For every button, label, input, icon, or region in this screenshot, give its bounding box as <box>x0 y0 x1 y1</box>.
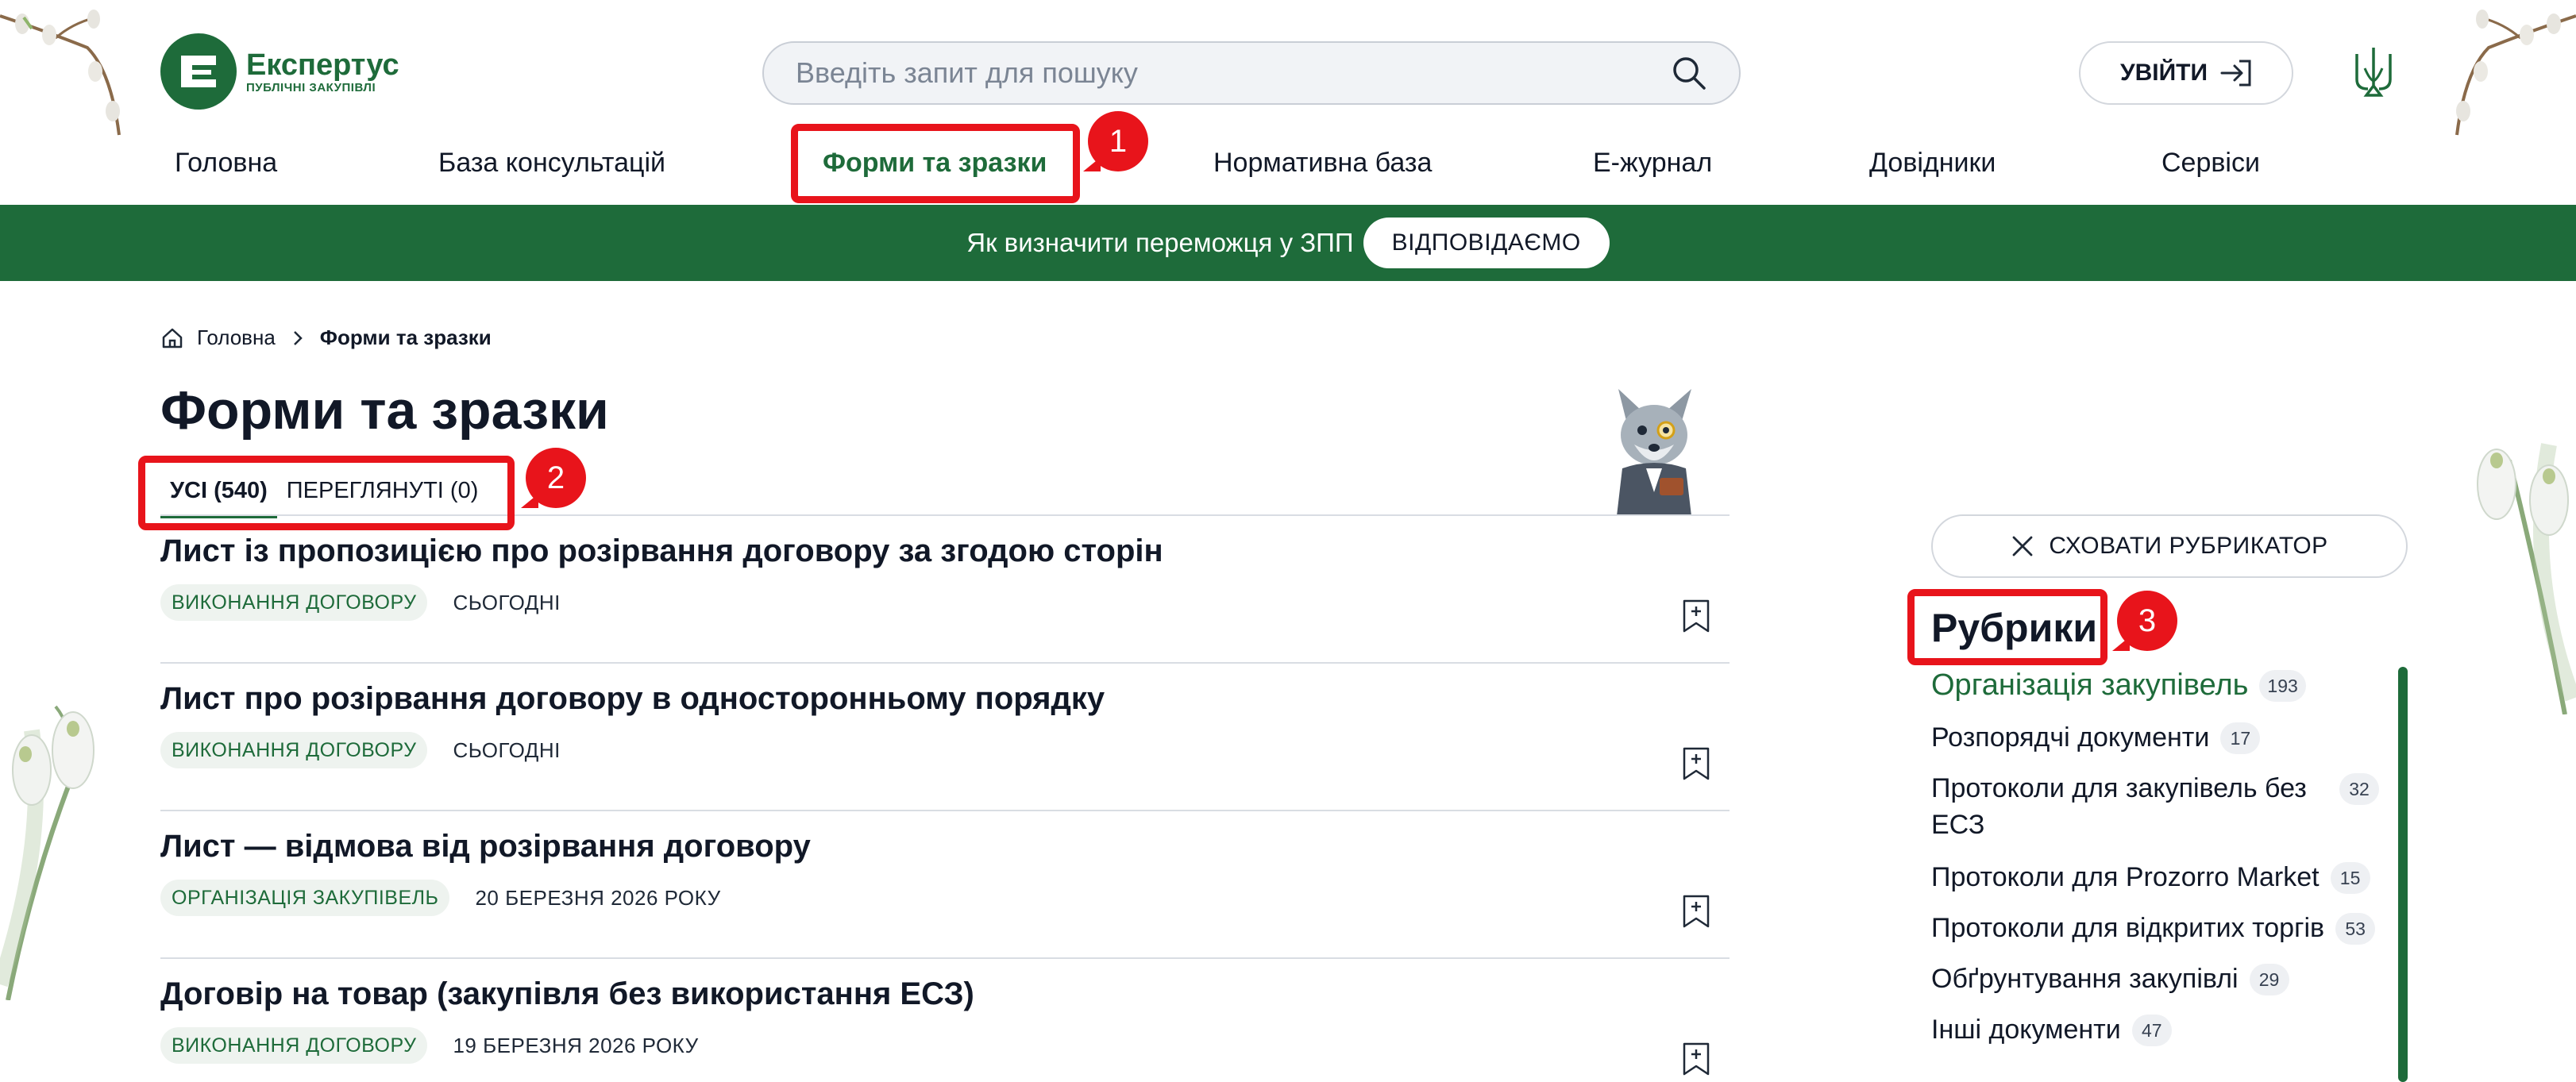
item-tag[interactable]: ВИКОНАННЯ ДОГОВОРУ <box>160 584 428 621</box>
item-date: СЬОГОДНІ <box>453 737 561 762</box>
rubric-label: Протоколи для закупівель без ЕСЗ <box>1931 773 2307 840</box>
login-label: УВІЙТИ <box>2119 60 2208 86</box>
item-date: 20 БЕРЕЗНЯ 2026 РОКУ <box>475 885 721 910</box>
rubric-label: Організація закупівель <box>1931 668 2249 702</box>
annotation-badge-2: 2 <box>521 448 586 508</box>
login-arrow-icon <box>2220 60 2251 87</box>
annotation-badge-3: 3 <box>2112 591 2177 651</box>
nav-item-regulatory-base[interactable]: Нормативна база <box>1213 148 1432 179</box>
rubric-count: 53 <box>2335 913 2376 945</box>
highlight-box-2 <box>138 456 515 530</box>
banner-answer-button[interactable]: ВІДПОВІДАЄМО <box>1363 218 1610 268</box>
item-title[interactable]: Лист про розірвання договору в односторо… <box>160 681 1105 717</box>
site-logo[interactable]: Експертус ПУБЛІЧНІ ЗАКУПІВЛІ <box>160 33 399 110</box>
rubric-item[interactable]: Організація закупівель 193 <box>1931 667 2306 703</box>
rubric-label: Обґрунтування закупівлі <box>1931 964 2239 994</box>
rubric-item[interactable]: Протоколи для Prozorro Market 15 <box>1931 859 2370 895</box>
rubric-label: Розпорядчі документи <box>1931 722 2210 753</box>
rubric-item[interactable]: Розпорядчі документи 17 <box>1931 719 2261 756</box>
breadcrumb: Головна Форми та зразки <box>160 325 492 350</box>
hide-rubricator-label: СХОВАТИ РУБРИКАТОР <box>2049 533 2328 559</box>
bookmark-add-icon[interactable] <box>1682 746 1710 781</box>
trident-icon <box>2355 48 2392 97</box>
rubric-count: 15 <box>2330 862 2370 894</box>
close-icon <box>2012 536 2033 556</box>
home-icon[interactable] <box>160 326 184 350</box>
list-item[interactable]: Лист про розірвання договору в односторо… <box>160 664 1730 811</box>
promo-banner: Як визначити переможця у ЗПП ВІДПОВІДАЄМ… <box>0 205 2576 281</box>
nav-item-services[interactable]: Сервіси <box>2161 148 2260 179</box>
nav-item-e-journal[interactable]: Е-журнал <box>1593 148 1712 179</box>
search-input[interactable]: Введіть запит для пошуку <box>762 41 1741 105</box>
rubric-item[interactable]: Протоколи для відкритих торгів 53 <box>1931 910 2376 946</box>
rubric-count: 32 <box>2339 773 2379 805</box>
nav-item-consultations[interactable]: База консультацій <box>438 148 665 179</box>
search-icon[interactable] <box>1671 55 1707 91</box>
willow-branch-left-decoration <box>0 10 121 136</box>
item-date: 19 БЕРЕЗНЯ 2026 РОКУ <box>453 1033 699 1057</box>
nav-item-directories[interactable]: Довідники <box>1869 148 1996 179</box>
snowdrop-left-decoration <box>0 705 94 1000</box>
item-tag[interactable]: ВИКОНАННЯ ДОГОВОРУ <box>160 1027 428 1064</box>
bookmark-add-icon[interactable] <box>1682 894 1710 929</box>
logo-name: Експертус <box>246 48 399 82</box>
item-title[interactable]: Договір на товар (закупівля без використ… <box>160 976 974 1012</box>
login-button[interactable]: УВІЙТИ <box>2079 41 2293 105</box>
rubric-count: 17 <box>2220 722 2261 754</box>
rubric-label: Інші документи <box>1931 1015 2121 1045</box>
search-placeholder: Введіть запит для пошуку <box>796 56 1138 89</box>
logo-icon <box>160 33 237 110</box>
list-item[interactable]: Лист — відмова від розірвання договору О… <box>160 811 1730 959</box>
item-tag[interactable]: ВИКОНАННЯ ДОГОВОРУ <box>160 732 428 768</box>
rubric-count: 193 <box>2259 670 2306 702</box>
nav-item-home[interactable]: Головна <box>175 148 277 179</box>
wolf-mascot-illustration <box>1617 389 1691 516</box>
rubric-label: Протоколи для відкритих торгів <box>1931 913 2325 943</box>
rubric-label: Протоколи для Prozorro Market <box>1931 862 2320 892</box>
bookmark-add-icon[interactable] <box>1682 599 1710 633</box>
list-item[interactable]: Лист із пропозицією про розірвання догов… <box>160 516 1730 664</box>
chevron-right-icon <box>293 330 303 345</box>
willow-branch-right-decoration <box>2455 10 2576 136</box>
list-item[interactable]: Договір на товар (закупівля без використ… <box>160 959 1730 1082</box>
item-tag[interactable]: ОРГАНІЗАЦІЯ ЗАКУПІВЕЛЬ <box>160 880 450 916</box>
item-title[interactable]: Лист — відмова від розірвання договору <box>160 829 811 864</box>
breadcrumb-home[interactable]: Головна <box>197 325 276 350</box>
rubric-item[interactable]: Обґрунтування закупівлі 29 <box>1931 961 2289 997</box>
bookmark-add-icon[interactable] <box>1682 1042 1710 1076</box>
rubric-count: 29 <box>2249 964 2289 995</box>
rubric-item[interactable]: Інші документи 47 <box>1931 1011 2172 1048</box>
item-title[interactable]: Лист із пропозицією про розірвання догов… <box>160 533 1163 569</box>
highlight-box-3 <box>1907 589 2107 665</box>
banner-text: Як визначити переможця у ЗПП <box>966 228 1354 257</box>
highlight-box-1 <box>791 124 1080 203</box>
snowdrop-right-decoration <box>2477 443 2576 714</box>
breadcrumb-current: Форми та зразки <box>319 325 492 349</box>
rubrics-scrollbar[interactable] <box>2398 667 2408 1082</box>
page-title: Форми та зразки <box>160 380 609 441</box>
rubric-count: 47 <box>2131 1015 2172 1046</box>
annotation-badge-1: 1 <box>1083 111 1148 171</box>
hide-rubricator-button[interactable]: СХОВАТИ РУБРИКАТОР <box>1931 514 2408 578</box>
rubric-item[interactable]: Протоколи для закупівель без ЕСЗ 32 <box>1931 770 2379 843</box>
logo-subtitle: ПУБЛІЧНІ ЗАКУПІВЛІ <box>246 80 376 94</box>
item-date: СЬОГОДНІ <box>453 590 561 614</box>
